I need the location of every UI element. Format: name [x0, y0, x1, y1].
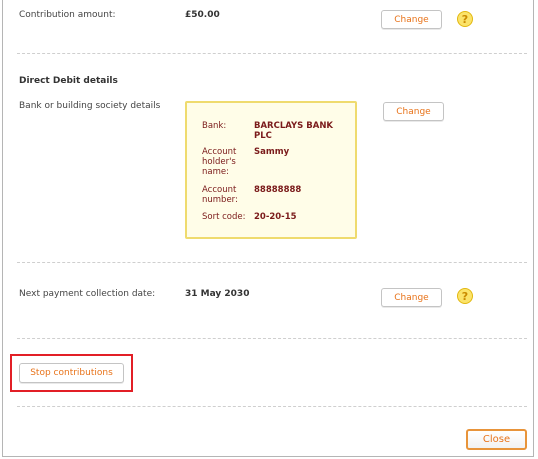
change-contribution-button[interactable]: Change — [381, 10, 442, 29]
stop-contributions-button[interactable]: Stop contributions — [19, 363, 124, 383]
direct-debit-heading: Direct Debit details — [19, 76, 118, 86]
sort-code-label: Sort code: — [202, 212, 246, 222]
next-payment-label: Next payment collection date: — [19, 289, 156, 299]
change-bank-details-button[interactable]: Change — [383, 102, 444, 121]
bank-name-value: BARCLAYS BANK PLC — [254, 121, 334, 141]
account-holder-value: Sammy — [254, 147, 290, 157]
bank-details-box: Bank: BARCLAYS BANK PLC Account holder's… — [185, 101, 357, 239]
contribution-amount-value: £50.00 — [185, 10, 220, 20]
contribution-amount-label: Contribution amount: — [19, 10, 116, 20]
divider — [17, 262, 527, 263]
account-number-value: 88888888 — [254, 185, 302, 195]
divider — [17, 53, 527, 54]
divider — [17, 406, 527, 407]
divider — [17, 338, 527, 339]
help-icon[interactable]: ? — [457, 11, 473, 27]
account-number-label: Account number: — [202, 185, 238, 205]
close-button[interactable]: Close — [466, 429, 527, 450]
next-payment-value: 31 May 2030 — [185, 289, 250, 299]
bank-name-label: Bank: — [202, 121, 227, 131]
change-payment-date-button[interactable]: Change — [381, 288, 442, 307]
bank-details-label: Bank or building society details — [19, 101, 161, 111]
sort-code-value: 20-20-15 — [254, 212, 297, 222]
account-holder-label: Account holder's name: — [202, 147, 237, 177]
help-icon[interactable]: ? — [457, 288, 473, 304]
